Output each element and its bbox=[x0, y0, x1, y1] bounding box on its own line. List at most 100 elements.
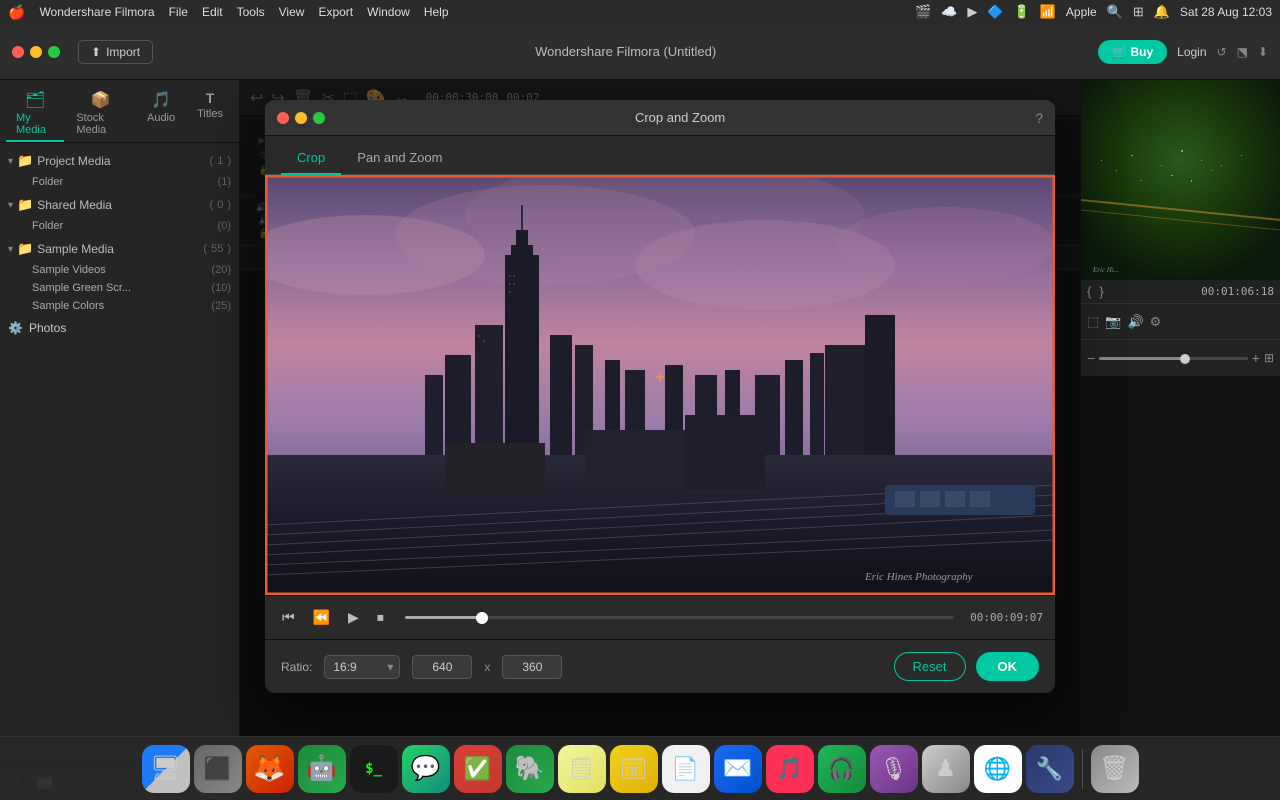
audio-icon: 🎵 bbox=[151, 90, 171, 110]
zoom-slider[interactable] bbox=[1099, 357, 1248, 360]
menu-edit[interactable]: Edit bbox=[202, 5, 223, 19]
dock: 🖥 ⬛ 🦊 🤖 $_ 💬 ✅ 🐘 🗒 🗓 📄 ✉️ 🎵 🎧 🎙 ♟ 🌐 🔧 🗑 bbox=[0, 736, 1280, 800]
progress-handle[interactable] bbox=[476, 612, 488, 624]
sidebar-item-sample-colors[interactable]: Sample Colors (25) bbox=[0, 297, 239, 315]
mark-out-icon[interactable]: } bbox=[1099, 284, 1103, 299]
buy-button[interactable]: 🛒 Buy bbox=[1098, 40, 1167, 64]
dock-topnotch[interactable]: 🔧 bbox=[1026, 745, 1074, 793]
dock-trash[interactable]: 🗑 bbox=[1091, 745, 1139, 793]
photos-gear-icon: ⚙️ bbox=[8, 321, 23, 335]
sidebar-item-photos[interactable]: ⚙️ Photos bbox=[0, 317, 239, 339]
sample-media-header[interactable]: ▾ 📁 Sample Media (55) bbox=[0, 237, 239, 261]
reset-button[interactable]: Reset bbox=[894, 652, 966, 681]
layout-icon[interactable]: ⊞ bbox=[1264, 351, 1274, 365]
window-title: Wondershare Filmora (Untitled) bbox=[161, 44, 1090, 59]
import-button[interactable]: ⬆ Import bbox=[78, 40, 153, 64]
menu-export[interactable]: Export bbox=[318, 5, 353, 19]
preview-thumbnail: Eric Hi... bbox=[1081, 80, 1280, 280]
ok-button[interactable]: OK bbox=[976, 652, 1040, 681]
dock-finder[interactable]: 🖥 bbox=[142, 745, 190, 793]
modal-help-icon[interactable]: ? bbox=[1035, 110, 1043, 126]
dock-stickies[interactable]: 🗓 bbox=[610, 745, 658, 793]
chevron-down-icon: ▾ bbox=[8, 156, 13, 167]
dock-chrome[interactable]: 🌐 bbox=[974, 745, 1022, 793]
download-icon[interactable]: ⬇ bbox=[1258, 45, 1268, 59]
modal-maximize-button[interactable] bbox=[313, 112, 325, 124]
modal-video-area[interactable]: Eric Hines Photography bbox=[265, 175, 1055, 595]
skip-back-button[interactable]: ⏮ bbox=[277, 607, 300, 628]
share-icon[interactable]: ⬔ bbox=[1237, 45, 1248, 59]
dock-textedit[interactable]: 📄 bbox=[662, 745, 710, 793]
menu-window[interactable]: Window bbox=[367, 5, 410, 19]
tab-pan-zoom[interactable]: Pan and Zoom bbox=[341, 144, 458, 175]
zoom-out-icon[interactable]: − bbox=[1087, 350, 1095, 366]
camera-icon[interactable]: 📷 bbox=[1105, 314, 1121, 330]
settings-icon[interactable]: ⚙ bbox=[1150, 314, 1162, 330]
frame-back-button[interactable]: ⏪ bbox=[308, 607, 335, 628]
dock-firefox[interactable]: 🦊 bbox=[246, 745, 294, 793]
dock-spotify[interactable]: 🎧 bbox=[818, 745, 866, 793]
modal-actions: Reset OK bbox=[894, 652, 1039, 681]
menu-app-name[interactable]: Wondershare Filmora bbox=[39, 5, 154, 19]
apple-account[interactable]: Apple bbox=[1066, 5, 1097, 19]
dock-android-studio[interactable]: 🤖 bbox=[298, 745, 346, 793]
main-area: ↩ ↪ 🗑 ✂ ⬚ 🎨 ↔ 00:00:30:00 00:02 ▶1 👁 🔒 bbox=[240, 80, 1080, 800]
dock-evernote[interactable]: 🐘 bbox=[506, 745, 554, 793]
tab-audio[interactable]: 🎵 Audio bbox=[137, 86, 185, 142]
menu-file[interactable]: File bbox=[169, 5, 188, 19]
stop-button[interactable]: ⏹ bbox=[372, 607, 389, 628]
sidebar-item-sample-videos[interactable]: Sample Videos (20) bbox=[0, 261, 239, 279]
maximize-button[interactable] bbox=[48, 46, 60, 58]
dock-notes[interactable]: 🗒 bbox=[558, 745, 606, 793]
modal-minimize-button[interactable] bbox=[295, 112, 307, 124]
modal-tabs: Crop Pan and Zoom bbox=[265, 136, 1055, 175]
menu-tools[interactable]: Tools bbox=[237, 5, 265, 19]
login-button[interactable]: Login bbox=[1177, 45, 1206, 59]
tab-my-media[interactable]: 🗂 My Media bbox=[6, 86, 64, 142]
menu-help[interactable]: Help bbox=[424, 5, 449, 19]
search-icon[interactable]: 🔍 bbox=[1107, 4, 1123, 20]
modal-title: Crop and Zoom bbox=[333, 110, 1027, 125]
sidebar-item-sample-green[interactable]: Sample Green Scr... (10) bbox=[0, 279, 239, 297]
fullscreen-icon[interactable]: ⬚ bbox=[1087, 314, 1099, 330]
shared-media-header[interactable]: ▾ 📁 Shared Media (0) bbox=[0, 193, 239, 217]
sync-icon[interactable]: ↺ bbox=[1217, 45, 1227, 59]
mark-in-icon[interactable]: { bbox=[1087, 284, 1091, 299]
tab-titles[interactable]: T Titles bbox=[187, 86, 233, 142]
dock-separator bbox=[1082, 749, 1083, 789]
speaker-icon[interactable]: 🔊 bbox=[1127, 314, 1143, 330]
dock-whatsapp[interactable]: 💬 bbox=[402, 745, 450, 793]
project-media-header[interactable]: ▾ 📁 Project Media (1) bbox=[0, 149, 239, 173]
svg-text:Eric Hines Photography: Eric Hines Photography bbox=[864, 571, 973, 583]
menu-view[interactable]: View bbox=[279, 5, 305, 19]
tab-stock-media-label: Stock Media bbox=[76, 112, 125, 136]
play-button[interactable]: ▶ bbox=[343, 607, 364, 628]
dock-todoist[interactable]: ✅ bbox=[454, 745, 502, 793]
playback-progress[interactable] bbox=[405, 616, 954, 619]
dock-podcasts[interactable]: 🎙 bbox=[870, 745, 918, 793]
dock-music[interactable]: 🎵 bbox=[766, 745, 814, 793]
zoom-handle[interactable] bbox=[1180, 354, 1190, 364]
tab-crop[interactable]: Crop bbox=[281, 144, 341, 175]
apple-menu[interactable]: 🍎 bbox=[8, 4, 25, 21]
project-media-count: ( bbox=[210, 155, 214, 167]
dock-launchpad[interactable]: ⬛ bbox=[194, 745, 242, 793]
notification-icon[interactable]: 🔔 bbox=[1154, 4, 1170, 20]
tab-my-media-label: My Media bbox=[16, 112, 54, 136]
zoom-in-icon[interactable]: + bbox=[1252, 350, 1260, 366]
dock-chess[interactable]: ♟ bbox=[922, 745, 970, 793]
ratio-select[interactable]: 16:9 4:3 1:1 9:16 Custom bbox=[324, 655, 400, 679]
sidebar-item-project-folder[interactable]: Folder (1) bbox=[0, 173, 239, 191]
height-input[interactable]: 360 bbox=[502, 655, 562, 679]
dock-mail[interactable]: ✉️ bbox=[714, 745, 762, 793]
bluetooth-icon: 🔷 bbox=[987, 4, 1003, 20]
minimize-button[interactable] bbox=[30, 46, 42, 58]
close-button[interactable] bbox=[12, 46, 24, 58]
control-center-icon[interactable]: ⊞ bbox=[1133, 4, 1144, 20]
sidebar-item-shared-folder[interactable]: Folder (0) bbox=[0, 217, 239, 235]
modal-close-button[interactable] bbox=[277, 112, 289, 124]
cloud-icon: ☁️ bbox=[941, 4, 957, 20]
width-input[interactable]: 640 bbox=[412, 655, 472, 679]
dock-terminal[interactable]: $_ bbox=[350, 745, 398, 793]
tab-stock-media[interactable]: 📦 Stock Media bbox=[66, 86, 135, 142]
